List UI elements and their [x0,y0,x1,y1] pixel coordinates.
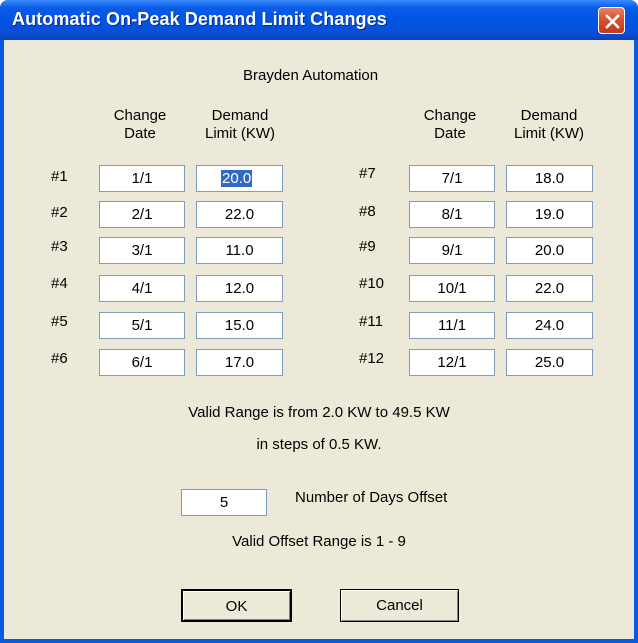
window-title: Automatic On-Peak Demand Limit Changes [12,9,387,29]
header-line: Limit (KW) [205,125,275,142]
row-label: #4 [51,275,68,292]
header-line: Demand [520,107,578,124]
days-offset-label: Number of Days Offset [295,489,448,506]
title-bar[interactable]: Automatic On-Peak Demand Limit Changes [0,0,638,40]
demand-limit-field-3[interactable]: 11.0 [196,237,283,264]
demand-limit-field-5[interactable]: 15.0 [196,312,283,339]
button-label: OK [225,598,248,615]
demand-limit-field-4[interactable]: 12.0 [196,275,283,302]
field-value: 5/1 [131,317,153,334]
demand-limit-field-8[interactable]: 19.0 [506,201,593,228]
field-value: 2/1 [131,206,153,223]
change-date-field-6[interactable]: 6/1 [99,349,185,376]
row-label: #8 [359,203,376,220]
row-label: #6 [51,350,68,367]
change-date-field-9[interactable]: 9/1 [409,237,495,264]
header-line: Change [423,107,477,124]
company-name: Brayden Automation [243,67,379,84]
field-value: 20.0 [534,242,565,259]
field-value: 11/1 [437,317,467,334]
days-offset-field[interactable]: 5 [181,489,267,516]
change-date-field-2[interactable]: 2/1 [99,201,185,228]
cancel-button[interactable]: Cancel [340,589,459,622]
change-date-field-7[interactable]: 7/1 [409,165,495,192]
field-value: 22.0 [534,280,565,297]
change-date-field-4[interactable]: 4/1 [99,275,185,302]
field-value: 7/1 [441,170,463,187]
change-date-field-11[interactable]: 11/1 [409,312,495,339]
header-line: Date [434,125,466,142]
demand-limit-field-1[interactable]: 20.0 [196,165,283,192]
row-label: #3 [51,238,68,255]
valid-offset-range-text: Valid Offset Range is 1 - 9 [232,533,406,550]
row-label: #10 [359,275,385,292]
field-value: 18.0 [534,170,565,187]
header-line: Change [113,107,167,124]
demand-limit-field-7[interactable]: 18.0 [506,165,593,192]
row-label: #12 [359,350,385,367]
header-demand-limit-left: Demand Limit (KW) [195,107,285,143]
change-date-field-12[interactable]: 12/1 [409,349,495,376]
field-value: 3/1 [131,242,153,259]
row-label: #9 [359,238,376,255]
close-icon [605,14,620,29]
field-value: 15.0 [224,317,255,334]
button-label: Cancel [376,597,423,614]
demand-limit-field-10[interactable]: 22.0 [506,275,593,302]
field-value: 4/1 [131,280,153,297]
demand-limit-field-11[interactable]: 24.0 [506,312,593,339]
demand-limit-field-2[interactable]: 22.0 [196,201,283,228]
field-value: 20.0 [221,170,253,187]
demand-limit-field-12[interactable]: 25.0 [506,349,593,376]
field-value: 6/1 [131,354,153,371]
field-value: 17.0 [224,354,255,371]
change-date-field-3[interactable]: 3/1 [99,237,185,264]
header-demand-limit-right: Demand Limit (KW) [504,107,594,143]
row-label: #5 [51,313,68,330]
close-button[interactable] [598,7,625,34]
valid-range-text: Valid Range is from 2.0 KW to 49.5 KW [188,404,450,421]
row-label: #11 [359,313,383,330]
header-line: Demand [211,107,269,124]
field-value: 10/1 [437,280,467,297]
field-value: 22.0 [224,206,255,223]
field-value: 12/1 [437,354,467,371]
ok-button[interactable]: OK [181,589,292,622]
field-value: 11.0 [225,242,254,259]
change-date-field-1[interactable]: 1/1 [99,165,185,192]
demand-limit-field-6[interactable]: 17.0 [196,349,283,376]
demand-limit-field-9[interactable]: 20.0 [506,237,593,264]
dialog-window: Automatic On-Peak Demand Limit Changes B… [0,0,638,643]
row-label: #1 [51,168,68,185]
header-line: Date [124,125,156,142]
change-date-field-10[interactable]: 10/1 [409,275,495,302]
field-value: 9/1 [441,242,463,259]
field-value: 1/1 [131,170,153,187]
field-value: 5 [219,494,229,511]
header-line: Limit (KW) [514,125,584,142]
field-value: 24.0 [534,317,565,334]
field-value: 19.0 [534,206,565,223]
field-value: 8/1 [441,206,463,223]
change-date-field-5[interactable]: 5/1 [99,312,185,339]
header-change-date-right: Change Date [413,107,487,143]
field-value: 25.0 [534,354,565,371]
field-value: 12.0 [224,280,255,297]
header-change-date-left: Change Date [103,107,177,143]
valid-range-steps-text: in steps of 0.5 KW. [256,436,382,453]
dialog-body: Brayden Automation Change Date Demand Li… [4,40,634,639]
row-label: #2 [51,204,68,221]
change-date-field-8[interactable]: 8/1 [409,201,495,228]
row-label: #7 [359,165,376,182]
